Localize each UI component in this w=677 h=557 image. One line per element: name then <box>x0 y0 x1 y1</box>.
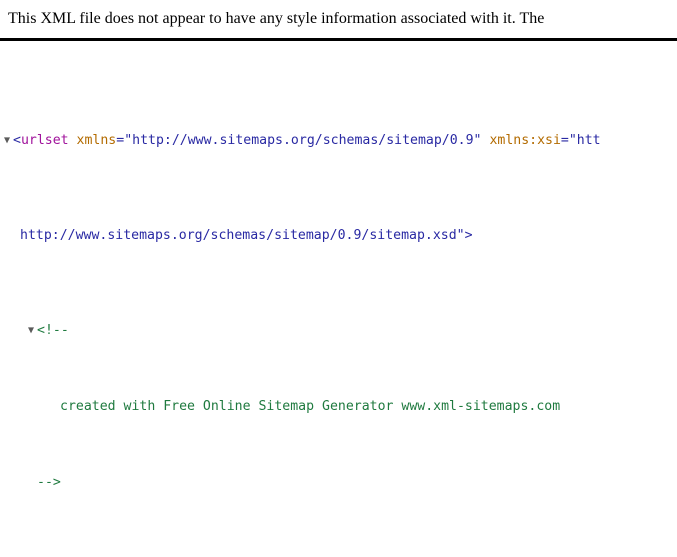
xml-line-comment-body: created with Free Online Sitemap Generat… <box>0 397 677 416</box>
attr-xmlns-value: "http://www.sitemaps.org/schemas/sitemap… <box>124 133 482 148</box>
xml-line-comment-close: --> <box>0 473 677 492</box>
no-stylesheet-notice: This XML file does not appear to have an… <box>0 0 677 41</box>
xml-line-comment-open: ▼ <!-- <box>0 321 677 340</box>
comment-open-delim: <!-- <box>37 323 69 338</box>
tag-name-urlset: urlset <box>20 133 69 148</box>
equals-1: = <box>116 133 125 148</box>
equals-2: = <box>560 133 569 148</box>
xml-tree: ▼ <urlset xmlns="http://www.sitemaps.org/… <box>0 41 677 557</box>
collapse-triangle-icon[interactable]: ▼ <box>28 321 37 340</box>
comment-close-delim: --> <box>37 475 61 490</box>
xml-line-schema-continuation: http://www.sitemaps.org/schemas/sitemap/… <box>0 226 677 245</box>
xml-line-urlset-open: ▼ <urlset xmlns="http://www.sitemaps.org/… <box>0 131 677 150</box>
xml-document-viewer: This XML file does not appear to have an… <box>0 0 677 557</box>
comment-text: created with Free Online Sitemap Generat… <box>60 399 561 414</box>
attr-xsi-value-clipped: "htt <box>568 133 601 148</box>
collapse-triangle-icon[interactable]: ▼ <box>4 131 13 150</box>
attr-xmlns-name: xmlns <box>76 133 117 148</box>
angle-open: < <box>13 133 21 148</box>
schema-location-value: http://www.sitemaps.org/schemas/sitemap/… <box>20 228 473 243</box>
attr-xsi-name: xmlns:xsi <box>489 133 561 148</box>
